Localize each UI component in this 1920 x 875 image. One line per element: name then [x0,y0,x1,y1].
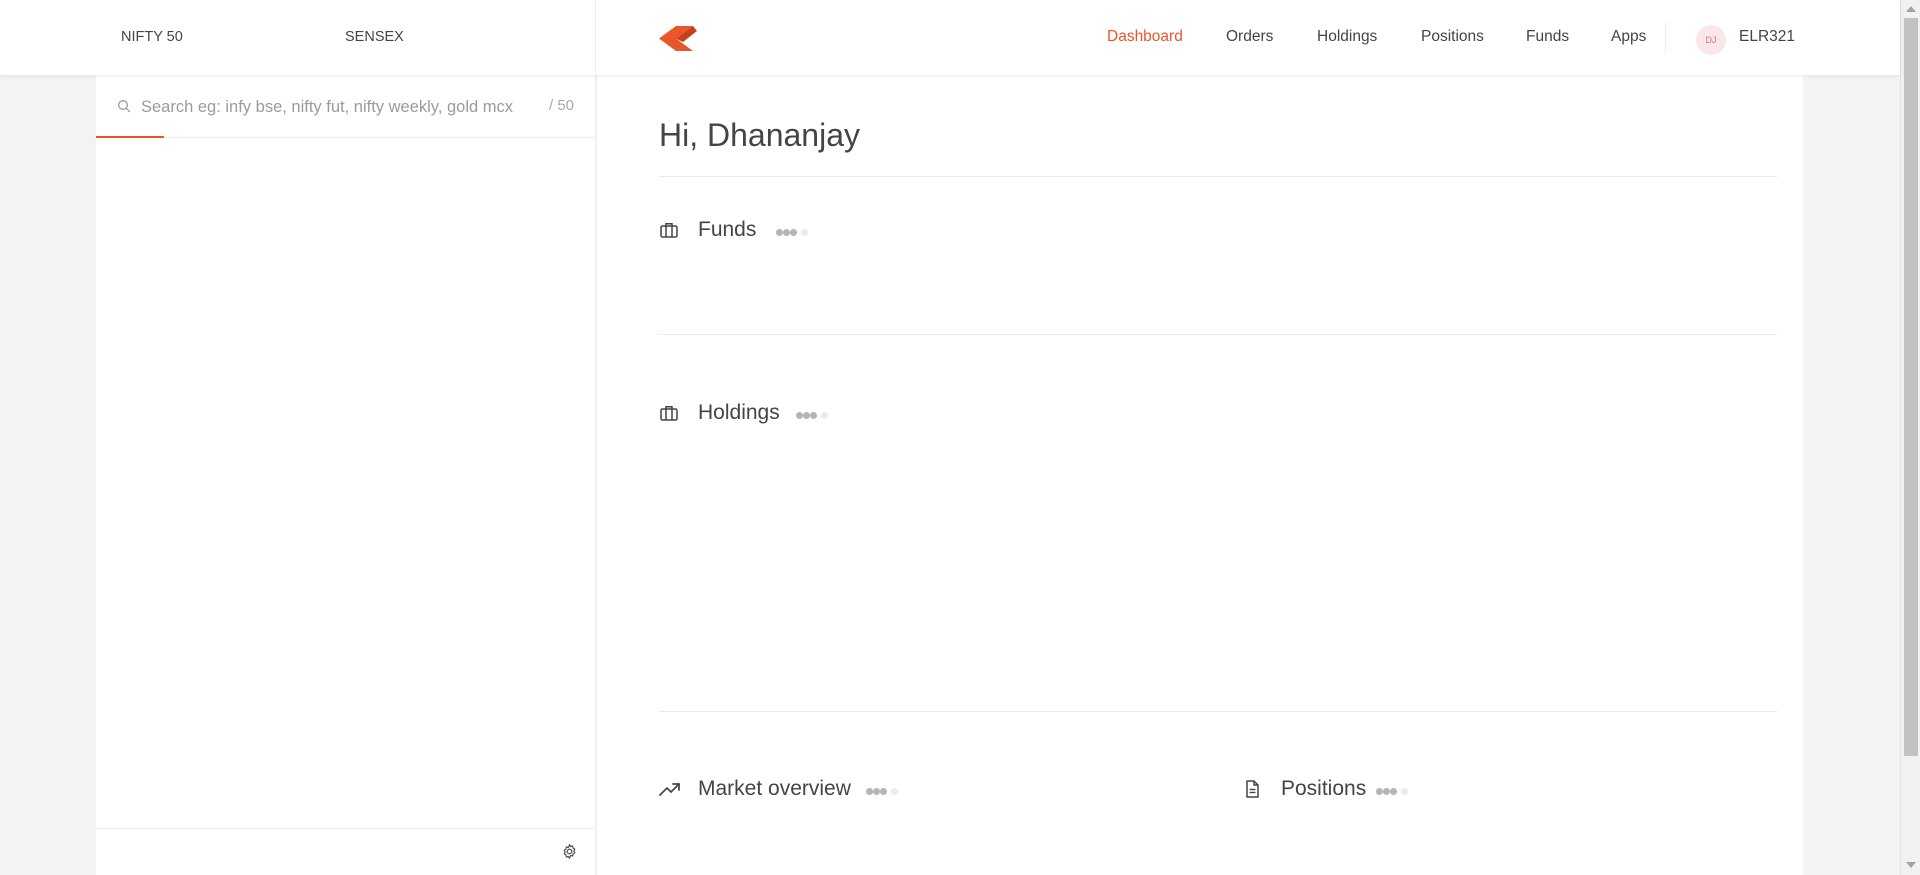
watchlist-count: / 50 [549,97,575,114]
nav-divider [1665,22,1666,54]
market-indices: NIFTY 50 SENSEX [96,0,596,75]
holdings-section-header: Holdings [659,401,879,431]
funds-divider [658,334,1777,335]
market-overview-title: Market overview [698,777,851,800]
greeting-divider [658,176,1777,177]
nav-apps[interactable]: Apps [1611,28,1646,46]
greeting-heading: Hi, Dhananjay [659,117,860,153]
index-nifty-50[interactable]: NIFTY 50 [121,29,183,45]
document-icon [1246,780,1259,798]
top-header: NIFTY 50 SENSEX Dashboard Orders Holding… [0,0,1900,75]
search-input[interactable] [141,93,541,121]
briefcase-icon [660,223,678,238]
funds-section-header: Funds [659,218,859,248]
search-focus-underline [96,136,164,138]
holdings-title: Holdings [698,401,780,424]
marketwatch-sidebar: / 50 [96,75,596,875]
index-sensex[interactable]: SENSEX [345,29,404,45]
search-bar: / 50 [96,75,596,138]
trending-up-icon [659,783,680,796]
funds-title: Funds [698,218,757,241]
scroll-down-arrow[interactable] [1906,862,1916,868]
positions-section-header: Positions [1242,777,1482,807]
avatar[interactable]: DJ [1696,25,1726,55]
dashboard-main: Hi, Dhananjay Funds Holdings Market over… [597,75,1803,875]
scroll-up-arrow[interactable] [1906,6,1916,12]
search-icon [118,100,131,113]
nav-funds[interactable]: Funds [1526,28,1569,46]
user-id[interactable]: ELR321 [1739,28,1795,46]
vertical-scrollbar[interactable] [1900,0,1920,875]
market-overview-section-header: Market overview [659,777,959,807]
scroll-thumb[interactable] [1904,18,1918,756]
nav-positions[interactable]: Positions [1421,28,1484,46]
positions-title: Positions [1281,777,1367,800]
briefcase-icon [660,406,678,421]
kite-logo[interactable] [659,26,697,51]
nav-orders[interactable]: Orders [1226,28,1273,46]
sidebar-footer [96,828,596,875]
nav-holdings[interactable]: Holdings [1317,28,1377,46]
holdings-divider [658,711,1777,712]
settings-icon[interactable] [561,843,578,860]
nav-dashboard[interactable]: Dashboard [1107,28,1183,46]
